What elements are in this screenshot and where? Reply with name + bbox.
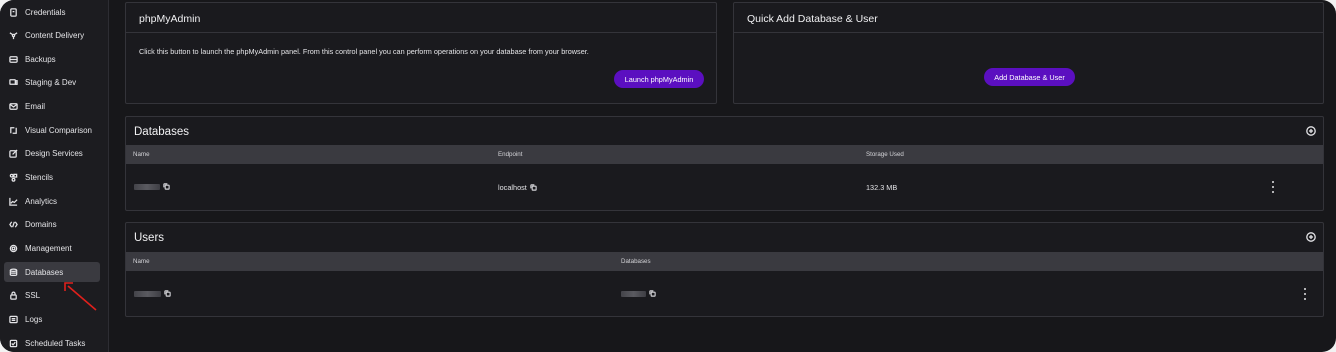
copy-icon[interactable] xyxy=(164,290,171,297)
column-header-name: Name xyxy=(133,258,150,265)
databases-title: Databases xyxy=(134,126,189,138)
quick-add-card: Quick Add Database & User Add Database &… xyxy=(733,2,1324,104)
checklist-icon xyxy=(8,338,18,348)
lock-icon xyxy=(8,290,18,300)
compare-icon xyxy=(8,125,18,135)
quick-add-title: Quick Add Database & User xyxy=(747,13,878,25)
column-header-name: Name xyxy=(133,151,150,158)
sidebar-item-label: Design Services xyxy=(25,148,83,158)
annotation-arrow xyxy=(64,282,97,311)
add-database-user-button[interactable]: Add Database & User xyxy=(984,68,1075,86)
divider xyxy=(734,32,1323,33)
sidebar-item-visual-comparison[interactable]: Visual Comparison xyxy=(4,120,100,140)
users-title: Users xyxy=(134,232,165,244)
sidebar-item-label: Visual Comparison xyxy=(25,125,92,135)
sidebar-item-label: Logs xyxy=(25,314,43,324)
sidebar-item-label: Credentials xyxy=(25,7,66,17)
users-card: Users Name Databases xyxy=(125,222,1324,317)
sidebar-item-backups[interactable]: Backups xyxy=(4,49,100,69)
phpmyadmin-card: phpMyAdmin Click this button to launch t… xyxy=(125,2,717,104)
mail-icon xyxy=(8,101,18,111)
archive-icon xyxy=(8,54,18,64)
sidebar-item-analytics[interactable]: Analytics xyxy=(4,191,100,211)
list-icon xyxy=(8,314,18,324)
phpmyadmin-title: phpMyAdmin xyxy=(139,13,201,25)
sidebar-item-label: Backups xyxy=(25,54,56,64)
column-header-storage: Storage Used xyxy=(866,151,904,158)
redacted-database-name xyxy=(621,290,646,297)
add-user-icon[interactable] xyxy=(1306,232,1316,242)
copy-icon[interactable] xyxy=(530,184,537,191)
databases-card: Databases Name Endpoint Storage Used loc… xyxy=(125,116,1324,211)
sidebar-item-credentials[interactable]: Credentials xyxy=(4,2,100,22)
sidebar-item-design-services[interactable]: Design Services xyxy=(4,143,100,163)
row-menu-icon[interactable] xyxy=(1302,288,1308,300)
sidebar-item-scheduled-tasks[interactable]: Scheduled Tasks xyxy=(4,333,100,352)
sidebar-item-label: Stencils xyxy=(25,172,54,182)
sidebar-item-label: Databases xyxy=(25,267,64,277)
sidebar-item-label: Scheduled Tasks xyxy=(25,338,86,348)
monitor-icon xyxy=(8,77,18,87)
sidebar-item-label: Staging & Dev xyxy=(25,77,77,87)
code-icon xyxy=(8,219,18,229)
copy-icon[interactable] xyxy=(649,290,656,297)
sidebar-item-label: Email xyxy=(25,101,46,111)
launch-phpmyadmin-button[interactable]: Launch phpMyAdmin xyxy=(614,70,704,88)
divider xyxy=(126,32,716,33)
sidebar: Credentials Content Delivery Backups Sta… xyxy=(0,0,109,352)
key-icon xyxy=(8,7,18,17)
copy-icon[interactable] xyxy=(163,183,170,190)
app-window: Credentials Content Delivery Backups Sta… xyxy=(0,0,1336,352)
endpoint-value: localhost xyxy=(498,183,527,192)
edit-icon xyxy=(8,148,18,158)
main-content: phpMyAdmin Click this button to launch t… xyxy=(108,0,1336,352)
sidebar-item-label: Domains xyxy=(25,219,57,229)
sidebar-item-label: SSL xyxy=(25,290,41,300)
sidebar-item-label: Content Delivery xyxy=(25,30,85,40)
database-icon xyxy=(8,267,18,277)
column-header-databases: Databases xyxy=(621,258,651,265)
redacted-database-name xyxy=(134,183,160,190)
network-icon xyxy=(8,30,18,40)
sidebar-item-label: Analytics xyxy=(25,196,58,206)
sidebar-item-stencils[interactable]: Stencils xyxy=(4,167,100,187)
gear-icon xyxy=(8,243,18,253)
users-table-header: Name Databases xyxy=(126,252,1323,271)
sidebar-item-label: Management xyxy=(25,243,72,253)
chart-icon xyxy=(8,196,18,206)
stencil-icon xyxy=(8,172,18,182)
redacted-user-name xyxy=(134,290,161,297)
row-menu-icon[interactable] xyxy=(1270,181,1276,193)
add-database-icon[interactable] xyxy=(1306,126,1316,136)
storage-used-value: 132.3 MB xyxy=(866,183,898,192)
column-header-endpoint: Endpoint xyxy=(498,151,523,158)
sidebar-item-staging-dev[interactable]: Staging & Dev xyxy=(4,72,100,92)
phpmyadmin-description: Click this button to launch the phpMyAdm… xyxy=(139,47,589,56)
sidebar-item-content-delivery[interactable]: Content Delivery xyxy=(4,25,100,45)
databases-table-header: Name Endpoint Storage Used xyxy=(126,145,1323,164)
sidebar-item-email[interactable]: Email xyxy=(4,96,100,116)
sidebar-item-management[interactable]: Management xyxy=(4,238,100,258)
sidebar-item-domains[interactable]: Domains xyxy=(4,214,100,234)
